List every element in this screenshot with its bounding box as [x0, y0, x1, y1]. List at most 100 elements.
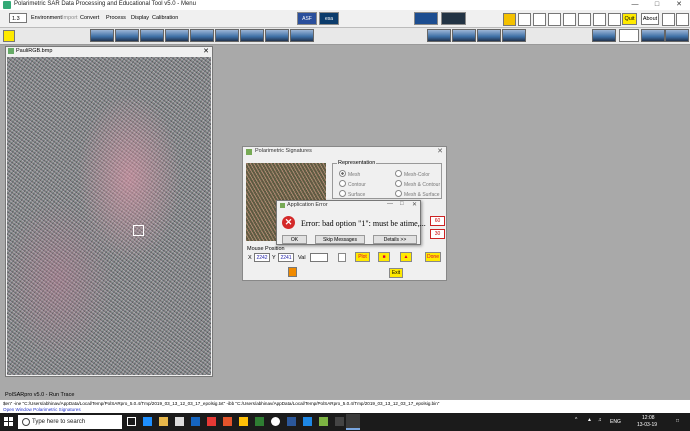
flag-icon[interactable] — [518, 13, 531, 26]
radio-mesh-color[interactable]: Mesh-Color — [395, 170, 430, 178]
tools-icon[interactable] — [548, 13, 561, 26]
exit-button[interactable]: Exit — [389, 268, 403, 278]
mail-icon[interactable] — [191, 417, 200, 426]
maximize-icon[interactable]: □ — [646, 0, 668, 10]
y-label: Y — [272, 255, 276, 261]
file-explorer-icon[interactable] — [159, 417, 168, 426]
plot-button[interactable]: Plot — [355, 252, 370, 262]
info-icon[interactable] — [593, 13, 606, 26]
app-icon-5[interactable] — [303, 417, 312, 426]
image-window-close-icon[interactable]: ✕ — [203, 47, 209, 55]
app-icon-6[interactable] — [319, 417, 328, 426]
mission-thumb-7[interactable] — [240, 29, 264, 42]
app-icon-2[interactable] — [239, 417, 248, 426]
mission-thumb-8[interactable] — [265, 29, 289, 42]
pdf-icon[interactable] — [563, 13, 576, 26]
image-window[interactable]: PauliRGB.bmp ✕ — [5, 46, 213, 377]
mission-thumb-12[interactable] — [477, 29, 501, 42]
menu-process[interactable]: Process — [106, 15, 126, 21]
angle-value-1[interactable]: 60 — [430, 216, 445, 226]
editor-icon-small[interactable] — [288, 267, 297, 277]
word-icon[interactable] — [287, 417, 296, 426]
y-field[interactable]: 2241 — [278, 253, 294, 262]
mission-thumb-2[interactable] — [115, 29, 139, 42]
radio-mesh-contour[interactable]: Mesh & Contour — [395, 180, 440, 188]
details-button[interactable]: Details >> — [373, 235, 417, 244]
edge-icon[interactable] — [143, 417, 152, 426]
run-trace-panel[interactable]: $en" -ine "C:/Users/abhinav/AppData/Loca… — [0, 399, 690, 414]
error-maximize-icon[interactable]: □ — [400, 201, 404, 207]
satellite-icon[interactable] — [662, 13, 675, 26]
dish-icon[interactable] — [619, 29, 639, 42]
web-icon[interactable] — [578, 13, 591, 26]
save-icon[interactable]: ■ — [378, 252, 390, 262]
task-view-icon[interactable] — [127, 417, 136, 426]
network-tray-icon[interactable]: ▲ — [587, 417, 592, 423]
radio-surface[interactable]: Surface — [339, 190, 365, 198]
help-icon[interactable] — [533, 13, 546, 26]
taskbar: Type here to search ^ ▲ ♫ ENG 12:08 13-0… — [0, 413, 690, 431]
tray-chevron-icon[interactable]: ^ — [575, 417, 577, 423]
mission-thumb-5[interactable] — [190, 29, 214, 42]
mission-thumb-14[interactable] — [592, 29, 616, 42]
mission-thumb-13[interactable] — [502, 29, 526, 42]
sar-image[interactable] — [7, 57, 211, 375]
language-indicator[interactable]: ENG — [610, 419, 621, 425]
mission-thumb-1[interactable] — [90, 29, 114, 42]
error-close-icon[interactable]: ✕ — [412, 201, 417, 208]
notifications-icon[interactable]: □ — [676, 418, 679, 424]
globe-icon[interactable] — [676, 13, 689, 26]
minimize-icon[interactable]: — — [624, 0, 646, 10]
windows-start-icon[interactable] — [4, 417, 13, 426]
app-icon-4[interactable] — [271, 417, 280, 426]
quit-button[interactable]: Quit — [622, 13, 637, 25]
app-icon-3[interactable] — [255, 417, 264, 426]
mission-thumb-6[interactable] — [215, 29, 239, 42]
editor-icon[interactable] — [503, 13, 516, 26]
menu-environment[interactable]: Environment — [31, 15, 62, 21]
close-icon[interactable]: ✕ — [668, 0, 690, 10]
menu-import[interactable]: Import — [62, 15, 78, 21]
app-icon — [3, 1, 11, 9]
ok-button[interactable]: OK — [282, 235, 307, 244]
menu-convert[interactable]: Convert — [80, 15, 99, 21]
radio-mesh-surface[interactable]: Mesh & Surface — [395, 190, 440, 198]
mission-thumb-3[interactable] — [140, 29, 164, 42]
mission-thumb-4[interactable] — [165, 29, 189, 42]
mission-thumb-16[interactable] — [665, 29, 689, 42]
version-select[interactable]: 1.3 — [9, 13, 27, 23]
network-icon[interactable] — [608, 13, 621, 26]
menu-bar: 1.3 Environment Import Convert Process D… — [0, 10, 690, 34]
representation-group: Representation Mesh Mesh-Color Contour M… — [332, 160, 442, 199]
clock-date[interactable]: 13-03-19 — [637, 422, 657, 428]
mission-thumb-10[interactable] — [427, 29, 451, 42]
x-field[interactable]: 2242 — [254, 253, 270, 262]
about-button[interactable]: About — [641, 13, 659, 25]
mission-thumb-15[interactable] — [641, 29, 665, 42]
mission-thumb-9[interactable] — [290, 29, 314, 42]
clock-time[interactable]: 12:08 — [642, 415, 655, 421]
error-minimize-icon[interactable]: — — [387, 201, 393, 207]
menu-calibration[interactable]: Calibration — [152, 15, 178, 21]
home-icon[interactable] — [3, 30, 15, 42]
taskbar-search-input[interactable]: Type here to search — [18, 415, 122, 429]
pol-window-close-icon[interactable]: ✕ — [437, 147, 443, 155]
selection-marker — [133, 225, 144, 236]
polsarpro-taskbar-button[interactable] — [346, 414, 360, 430]
menu-display[interactable]: Display — [131, 15, 149, 21]
folder-icon[interactable]: ▲ — [400, 252, 412, 262]
app-icon-1[interactable] — [207, 417, 216, 426]
angle-value-2[interactable]: 30 — [430, 229, 445, 239]
chrome-icon[interactable] — [223, 417, 232, 426]
app-icon-7[interactable] — [335, 417, 344, 426]
store-icon[interactable] — [175, 417, 184, 426]
error-dialog-title: Application Error — [287, 202, 328, 208]
mission-thumb-11[interactable] — [452, 29, 476, 42]
val-field[interactable] — [310, 253, 328, 262]
pol-window-icon — [246, 149, 252, 155]
done-button[interactable]: Done — [425, 252, 441, 262]
skip-messages-button[interactable]: Skip Messages — [315, 235, 365, 244]
volume-icon[interactable]: ♫ — [598, 417, 602, 423]
radio-mesh[interactable]: Mesh — [339, 170, 360, 178]
radio-contour[interactable]: Contour — [339, 180, 366, 188]
